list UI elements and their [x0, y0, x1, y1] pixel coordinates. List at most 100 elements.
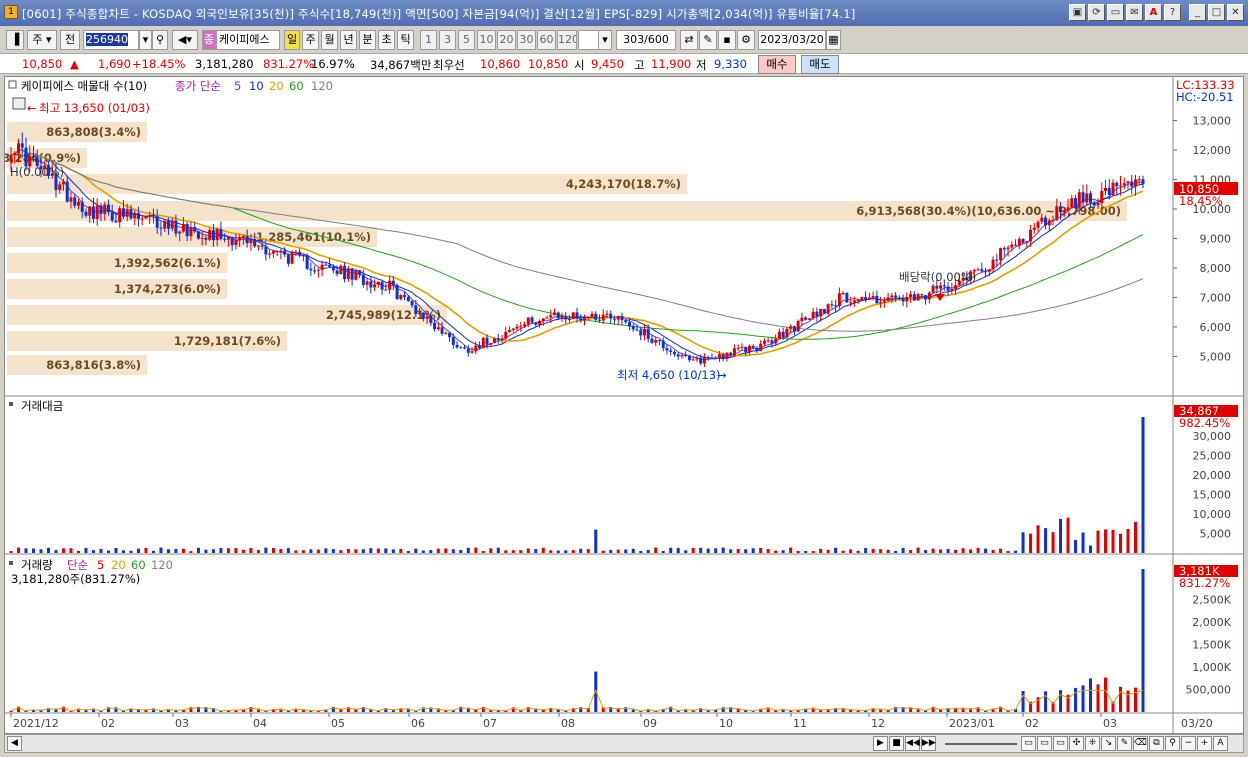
settings-icon[interactable]: ⚙	[737, 30, 755, 50]
stop-icon[interactable]: ■	[889, 736, 904, 751]
tab-month[interactable]: 월	[321, 30, 338, 50]
text-size-icon[interactable]: A	[1213, 736, 1228, 751]
view-icon-3[interactable]: ▭	[1053, 736, 1068, 751]
ma-20-label: 20	[269, 79, 284, 93]
amount-panel-toggle[interactable]	[9, 402, 13, 406]
amount-bar	[84, 547, 88, 553]
candle-body	[822, 308, 826, 314]
interval-30[interactable]: 30	[517, 30, 536, 50]
grid-icon[interactable]: ⁜	[1085, 736, 1100, 751]
candle-body	[391, 280, 395, 286]
sell-button[interactable]: 매도	[801, 55, 839, 74]
draw-icon[interactable]: ✎	[1117, 736, 1132, 751]
zoom-slider[interactable]	[945, 743, 1017, 745]
interval-5[interactable]: 5	[458, 30, 475, 50]
amount-bar	[781, 550, 785, 553]
play-icon[interactable]: ▶	[873, 736, 888, 751]
tag-jong[interactable]: 종	[202, 30, 216, 50]
maximize-button[interactable]: □	[1208, 4, 1225, 21]
amount-bar	[909, 550, 913, 553]
candle-body	[384, 289, 388, 291]
interval-60[interactable]: 60	[537, 30, 556, 50]
eraser-icon[interactable]: ⌫	[1133, 736, 1148, 751]
candle-body	[114, 220, 118, 223]
tab-second[interactable]: 초	[378, 30, 395, 50]
candle-body	[744, 346, 748, 353]
volume-panel-toggle[interactable]	[9, 561, 13, 565]
candle-body	[691, 359, 695, 361]
calendar-icon[interactable]	[12, 97, 26, 110]
speaker-icon[interactable]: ◀▾	[172, 30, 198, 50]
view-icon-1[interactable]: ▭	[1021, 736, 1036, 751]
buy-button[interactable]: 매수	[758, 55, 796, 74]
search-icon[interactable]: ⚲	[152, 30, 168, 50]
stock-code-input[interactable]: 256940	[83, 30, 139, 50]
amount-bar	[1066, 517, 1070, 553]
amount-bar	[159, 547, 163, 553]
zoom-out-icon[interactable]: −	[1181, 736, 1196, 751]
line-icon[interactable]: ↘	[1101, 736, 1116, 751]
interval-10[interactable]: 10	[477, 30, 496, 50]
interval-120[interactable]: 120	[557, 30, 577, 50]
candle-body	[905, 296, 909, 302]
panel-toggle-icon[interactable]	[8, 80, 17, 89]
tool-icon[interactable]: ✎	[699, 30, 717, 50]
help-icon[interactable]: ?	[1164, 4, 1181, 21]
count-field[interactable]: 303/600	[616, 30, 676, 50]
code-dropdown-icon[interactable]: ▾	[139, 30, 152, 50]
amount-bar	[16, 547, 20, 553]
interval-1[interactable]: 1	[420, 30, 437, 50]
chart-svg[interactable]: 863,808(3.4%)23,284(0.9%)4,243,170(18.7%…	[5, 77, 1243, 733]
window-icon[interactable]: ▭	[1107, 4, 1124, 21]
candle-body	[69, 197, 73, 202]
tab-week[interactable]: 주	[302, 30, 319, 50]
refresh-icon[interactable]: ⟳	[1088, 4, 1105, 21]
period-select[interactable]: 주 ▾	[27, 30, 57, 50]
interval-dropdown-icon[interactable]: ▾	[598, 30, 612, 50]
mail-icon[interactable]: ✉	[1126, 4, 1143, 21]
link-icon[interactable]: ▣	[1069, 4, 1086, 21]
tab-day[interactable]: 일	[284, 30, 300, 50]
chart-type-icon[interactable]: ▐	[6, 30, 24, 50]
candle-body	[886, 297, 890, 301]
view-icon-2[interactable]: ▭	[1037, 736, 1052, 751]
tab-minute[interactable]: 분	[359, 30, 376, 50]
amount-bar	[121, 550, 125, 553]
candle-body	[845, 292, 849, 303]
volume-profile-label: 1,729,181(7.6%)	[174, 334, 281, 348]
zoom-in-icon[interactable]: +	[1197, 736, 1212, 751]
chart-area[interactable]: 863,808(3.4%)23,284(0.9%)4,243,170(18.7%…	[4, 76, 1244, 734]
copy-icon[interactable]: ⧉	[1149, 736, 1164, 751]
amount-bar	[684, 550, 688, 553]
amount-bar	[549, 550, 553, 553]
x-axis-label: 12	[871, 717, 885, 730]
price-axis-label: 9,000	[1200, 232, 1232, 245]
candle-body	[118, 208, 122, 223]
amount-bar	[729, 549, 733, 553]
step-back-icon[interactable]: ◀◀	[905, 736, 920, 751]
compare-icon[interactable]: ⇄	[680, 30, 698, 50]
amount-bar	[346, 548, 350, 553]
candle-body	[1070, 198, 1074, 208]
interval-20[interactable]: 20	[497, 30, 516, 50]
jeon-button[interactable]: 전	[60, 30, 80, 50]
font-icon[interactable]: A	[1145, 4, 1162, 21]
minimize-button[interactable]: _	[1189, 4, 1206, 21]
candle-body	[283, 250, 287, 255]
calendar-icon[interactable]: ▦	[826, 30, 841, 50]
close-button[interactable]: ✕	[1227, 4, 1244, 21]
amount-bar	[856, 550, 860, 553]
amount-bar	[976, 547, 980, 553]
date-input[interactable]: 2023/03/20	[758, 30, 826, 50]
stock-name-field[interactable]: 케이피에스	[216, 30, 280, 50]
tab-year[interactable]: 년	[340, 30, 357, 50]
scroll-left-icon[interactable]: ◀	[7, 736, 22, 751]
zoom-search-icon[interactable]: ⚲	[1165, 736, 1180, 751]
candle-body	[493, 338, 497, 344]
volume-current-label: 3,181,280주(831.27%)	[11, 572, 140, 586]
step-forward-icon[interactable]: ▶▶	[921, 736, 936, 751]
crosshair-icon[interactable]: ✣	[1069, 736, 1084, 751]
tab-tick[interactable]: 틱	[397, 30, 414, 50]
interval-3[interactable]: 3	[439, 30, 456, 50]
save-icon[interactable]: ▪	[718, 30, 736, 50]
